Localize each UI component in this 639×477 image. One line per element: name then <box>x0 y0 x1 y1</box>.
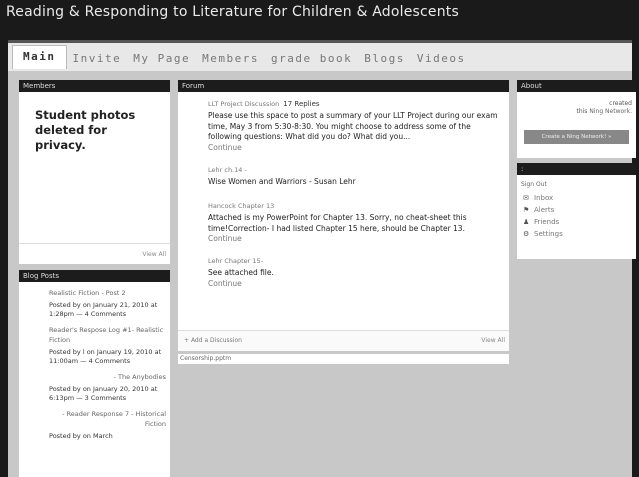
list-item: - Reader Response 7 - Historical Fiction… <box>19 409 170 441</box>
forum-topic-title[interactable]: Lehr Chapter 15- <box>208 256 501 266</box>
tab-my-page[interactable]: My Page <box>127 48 196 69</box>
attachment-link[interactable]: Censorship.pptm <box>178 355 231 362</box>
user-menu-inbox[interactable]: ✉ Inbox <box>523 192 636 204</box>
forum-header: Forum <box>178 80 509 92</box>
about-this-text: this <box>576 108 588 115</box>
blog-posts-header: Blog Posts <box>19 270 170 282</box>
site-title: Reading & Responding to Literature for C… <box>6 4 459 20</box>
continue-link[interactable]: Continue <box>208 234 501 244</box>
ning-network-link[interactable]: Ning Network. <box>589 108 632 115</box>
sign-out-link[interactable]: Sign Out <box>517 175 636 188</box>
user-menu-label: Alerts <box>534 206 555 214</box>
tab-main[interactable]: Main <box>12 45 67 69</box>
blog-post-meta: Posted by l on January 19, 2010 at 11:00… <box>49 348 162 365</box>
user-menu-settings[interactable]: ⚙ Settings <box>523 228 636 240</box>
forum-topic-title[interactable]: Lehr ch.14 - <box>208 165 501 175</box>
about-header: About <box>517 80 636 92</box>
gear-icon: ⚙ <box>523 230 530 238</box>
members-panel: Members Student photos deleted for priva… <box>19 80 170 264</box>
forum-topic-body: Wise Women and Warriors - Susan Lehr <box>208 176 356 186</box>
person-icon: ♟ <box>523 218 530 226</box>
add-discussion-link[interactable]: + Add a Discussion <box>184 337 242 344</box>
add-discussion-label: Add a Discussion <box>190 337 242 344</box>
forum-topic-body: See attached file. <box>208 268 274 277</box>
forum-topic-body: Attached is my PowerPoint for Chapter 13… <box>208 213 467 233</box>
members-note: Student photos deleted for privacy. <box>35 108 136 152</box>
forum-view-all-link[interactable]: View All <box>481 337 505 344</box>
nav-tabs: Main Invite My Page Members grade book B… <box>12 45 472 69</box>
blog-posts-panel: Blog Posts Realistic Fiction - Post 2 Po… <box>19 270 170 477</box>
forum-topic-title[interactable]: Hancock Chapter 13 <box>208 201 501 211</box>
tab-members[interactable]: Members <box>196 48 265 69</box>
blog-post-title[interactable]: Reader's Respose Log #1- Realistic Ficti… <box>49 325 166 345</box>
blog-post-title[interactable]: - The Anybodies <box>49 372 166 382</box>
tab-grade-book[interactable]: grade book <box>265 48 358 69</box>
forum-panel: Forum LLT Project Discussion 17 Replies P… <box>178 80 509 351</box>
continue-link[interactable]: Continue <box>208 143 501 153</box>
about-created-text: created <box>609 100 632 107</box>
list-item: Reader's Respose Log #1- Realistic Ficti… <box>19 325 170 366</box>
continue-link[interactable]: Continue <box>208 279 501 289</box>
forum-footer: + Add a Discussion View All <box>178 330 509 351</box>
tab-invite[interactable]: Invite <box>67 48 128 69</box>
envelope-icon: ✉ <box>523 194 529 202</box>
members-view-all-link[interactable]: View All <box>142 251 166 258</box>
blog-post-title[interactable]: Realistic Fiction - Post 2 <box>49 288 166 298</box>
alert-icon: ⚑ <box>523 206 530 214</box>
tab-blogs[interactable]: Blogs <box>358 48 411 69</box>
list-item: Realistic Fiction - Post 2 Posted by on … <box>19 288 170 319</box>
blog-post-meta: Posted by on January 20, 2010 at 6:13pm … <box>49 385 158 402</box>
plus-icon: + <box>184 337 191 344</box>
blog-post-meta: Posted by on January 21, 2010 at 1:28pm … <box>49 301 158 318</box>
user-menu-label: Friends <box>534 218 560 226</box>
user-menu-alerts[interactable]: ⚑ Alerts <box>523 204 636 216</box>
forum-topic: Lehr Chapter 15- See attached file. Cont… <box>178 256 509 289</box>
blog-post-meta: Posted by on March <box>49 432 113 440</box>
forum-topic-title-row: LLT Project Discussion 17 Replies <box>208 99 501 109</box>
blog-post-title[interactable]: - Reader Response 7 - Historical Fiction <box>49 409 166 429</box>
forum-topic-title[interactable]: LLT Project Discussion <box>208 100 279 108</box>
tab-videos[interactable]: Videos <box>411 48 472 69</box>
list-item: - The Anybodies Posted by on January 20,… <box>19 372 170 403</box>
divider <box>19 243 170 244</box>
reply-count: 17 Replies <box>283 100 320 108</box>
forum-topic: LLT Project Discussion 17 Replies Please … <box>178 99 509 153</box>
user-panel: : Sign Out ✉ Inbox ⚑ Alerts ♟ Friends ⚙ Sett… <box>517 163 636 259</box>
user-menu-label: Settings <box>534 230 563 238</box>
user-menu-label: Inbox <box>534 194 554 202</box>
about-panel: About created this Ning Network. Create … <box>517 80 636 158</box>
user-menu-friends[interactable]: ♟ Friends <box>523 216 636 228</box>
about-text: created this Ning Network. <box>517 92 636 116</box>
user-menu: ✉ Inbox ⚑ Alerts ♟ Friends ⚙ Settings <box>517 192 636 240</box>
members-header: Members <box>19 80 170 92</box>
forum-topic: Lehr ch.14 - Wise Women and Warriors - S… <box>178 165 509 188</box>
forum-topic: Hancock Chapter 13 Attached is my PowerP… <box>178 201 509 244</box>
attachment-bar: Censorship.pptm <box>178 354 509 364</box>
create-ning-network-button[interactable]: Create a Ning Network! » <box>524 130 629 144</box>
user-panel-header: : <box>517 163 636 175</box>
forum-topic-body: Please use this space to post a summary … <box>208 111 498 141</box>
